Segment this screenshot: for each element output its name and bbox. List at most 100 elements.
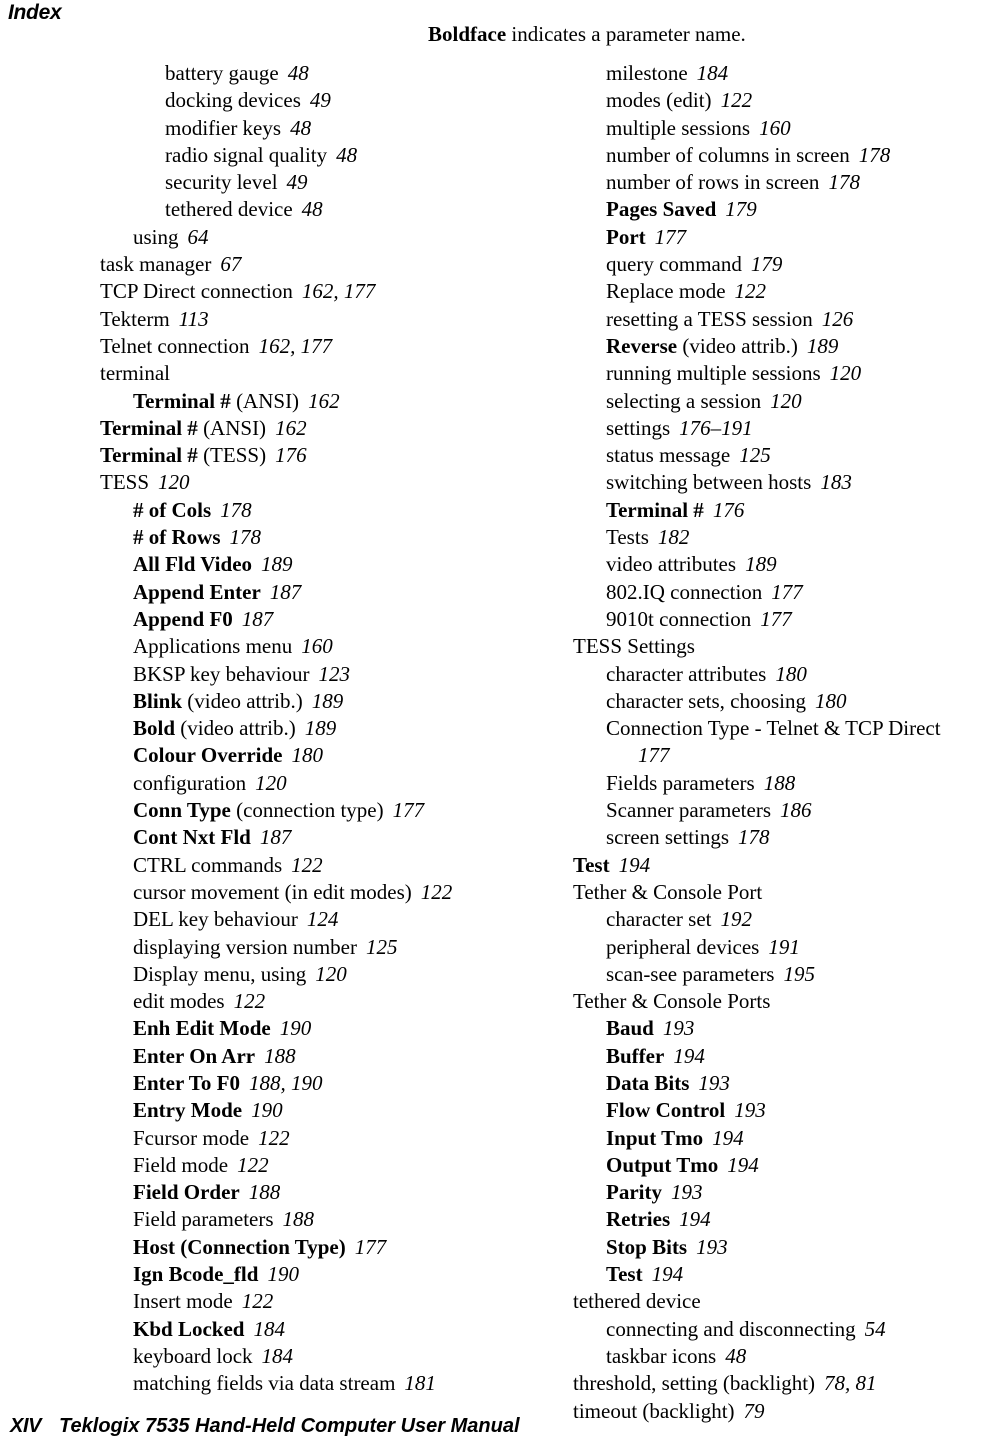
index-entry-term: terminal [100,361,170,386]
index-entry-pages: 178 [738,825,770,850]
index-entry-pages: 180 [291,743,324,768]
index-entry-pages: 79 [743,1398,765,1423]
index-entry-term: Append Enter [133,579,261,604]
index-entry-term: screen settings [606,825,730,850]
index-entry: Stop Bits 193 [573,1234,995,1261]
index-entry-term: keyboard lock [133,1343,253,1368]
index-entry-pages: 193 [662,1016,695,1041]
index-entry: Terminal # (ANSI) 162 [100,415,550,442]
index-entry-pages: 122 [420,879,453,904]
index-entry: status message 125 [573,442,995,469]
index-entry-pages: 125 [365,934,398,959]
index-entry-pages: 188, 190 [248,1070,323,1095]
index-entry: task manager 67 [100,251,550,278]
index-entry-term: taskbar icons [606,1343,717,1368]
index-entry-pages: 49 [309,88,331,113]
index-entry-pages: 178 [858,142,891,167]
index-entry: modifier keys 48 [100,115,550,142]
index-entry-term: matching fields via data stream [133,1371,396,1396]
page-number: XIV [10,1415,42,1437]
index-entry: radio signal quality 48 [100,142,550,169]
index-entry-pages: 125 [739,443,771,468]
index-entry-term: TCP Direct connection [100,279,293,304]
index-entry-qualifier: (video attrib.) [677,333,798,358]
index-entry: BKSP key behaviour 123 [100,661,550,688]
index-entry-pages: 194 [651,1262,684,1287]
index-entry-pages: 187 [259,825,292,850]
index-entry: Connection Type - Telnet & TCP Direct 177 [573,715,995,770]
index-entry-pages: 191 [768,934,800,959]
index-entry: threshold, setting (backlight) 78, 81 [573,1370,995,1397]
index-entry-term: Parity [606,1180,662,1205]
index-entry-term: Kbd Locked [133,1316,245,1341]
index-entry: running multiple sessions 120 [573,360,995,387]
index-entry-term: Tekterm [100,306,170,331]
index-entry-pages: 181 [404,1371,436,1396]
index-entry: # of Rows 178 [100,524,550,551]
index-entry-pages: 195 [783,961,815,986]
index-entry: Tether & Console Port [573,879,995,906]
index-entry-pages: 189 [261,552,293,577]
index-entry-term: multiple sessions [606,115,751,140]
index-entry-pages: 120 [158,470,190,495]
index-entry: configuration 120 [100,770,550,797]
index-entry-qualifier: (video attrib.) [182,688,303,713]
index-entry-pages: 162, 177 [258,333,333,358]
index-entry-pages: 48 [336,142,358,167]
index-entry-term: Replace mode [606,279,726,304]
index-entry-pages: 193 [670,1180,703,1205]
index-entry-qualifier: (ANSI) [197,415,267,440]
index-entry-pages: 189 [745,552,777,577]
index-entry-term: Field parameters [133,1207,274,1232]
index-entry: Tekterm 113 [100,306,550,333]
index-entry-term: Data Bits [606,1070,690,1095]
index-entry: Bold (video attrib.) 189 [100,715,550,742]
index-page: Index Boldface indicates a parameter nam… [0,0,995,1452]
index-entry-pages: 187 [241,606,274,631]
index-entry: docking devices 49 [100,87,550,114]
index-entry-pages: 177 [760,606,792,631]
index-entry-term: Display menu, using [133,961,307,986]
index-entry: query command 179 [573,251,995,278]
index-entry-term: character set [606,907,712,932]
index-entry: Enter On Arr 188 [100,1043,550,1070]
index-entry-term: # of Cols [133,497,212,522]
index-entry-term: switching between hosts [606,470,812,495]
index-entry: Kbd Locked 184 [100,1316,550,1343]
index-entry-qualifier: (TESS) [197,443,267,468]
index-entry-term: battery gauge [165,61,279,85]
index-entry: video attributes 189 [573,551,995,578]
index-entry: TESS 120 [100,469,550,496]
index-entry-pages: 178 [220,497,252,522]
index-entry-pages: 162, 177 [301,279,376,304]
index-entry-pages: 188 [763,770,796,795]
index-entry-pages: 177 [392,798,425,823]
index-entry-pages: 194 [673,1043,705,1068]
index-entry-pages: 113 [178,306,209,331]
index-entry: Display menu, using 120 [100,961,550,988]
index-entry-term: Input Tmo [606,1125,704,1150]
index-entry: security level 49 [100,169,550,196]
index-entry: Buffer 194 [573,1043,995,1070]
index-entry-pages: 182 [657,525,690,550]
index-entry: timeout (backlight) 79 [573,1398,995,1425]
index-entry-pages: 177 [771,579,803,604]
index-entry: Test 194 [573,1261,995,1288]
manual-title: Teklogix 7535 Hand-Held Computer User Ma… [59,1415,520,1437]
index-entry: TESS Settings [573,633,995,660]
index-entry-pages: 184 [253,1316,285,1341]
index-entry-pages: 177 [354,1234,387,1259]
index-entry-term: timeout (backlight) [573,1398,735,1423]
index-entry-term: Tether & Console Ports [573,989,771,1014]
index-entry-pages: 188 [248,1180,281,1205]
index-entry-qualifier: (video attrib.) [175,716,296,741]
index-entry: Applications menu 160 [100,633,550,660]
index-entry: battery gauge 48 [100,60,550,87]
index-entry: Flow Control 193 [573,1097,995,1124]
index-entry-pages: 162 [308,388,340,413]
boldface-legend-text: indicates a parameter name. [506,22,746,46]
index-entry-pages: 123 [318,661,351,686]
index-column-left: battery gauge 48 docking devices 49 modifier… [100,60,550,1398]
index-entry-term: modifier keys [165,115,282,140]
index-entry-term: selecting a session [606,388,762,413]
